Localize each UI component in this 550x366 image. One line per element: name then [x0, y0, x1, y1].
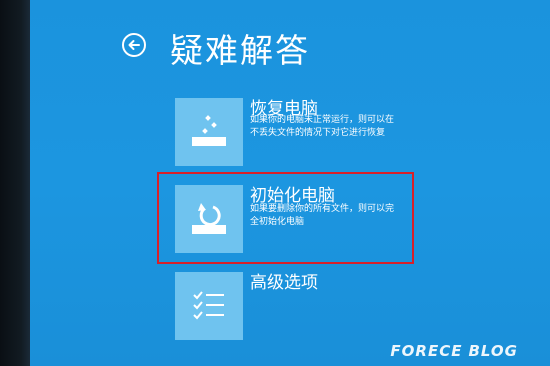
reset-pc-tile[interactable]	[175, 185, 243, 253]
description-line: 不丢失文件的情况下对它进行恢复	[250, 128, 386, 138]
back-button[interactable]	[122, 33, 146, 57]
monitor-bezel	[0, 0, 30, 366]
troubleshoot-screen: 疑难解答 恢复电脑 如果你的电脑未正常运行，则可以在 不丢失文件的情况下对它进行…	[30, 0, 550, 366]
description-line: 如果要删除你的所有文件，则可以完	[250, 204, 395, 214]
description-line: 全初始化电脑	[250, 217, 305, 227]
drive-sparkle-icon	[192, 115, 226, 146]
page-title: 疑难解答	[170, 31, 310, 70]
recover-pc-description: 如果你的电脑未正常运行，则可以在 不丢失文件的情况下对它进行恢复	[250, 114, 394, 140]
watermark-part1: FORECE	[390, 342, 463, 360]
checklist-icon	[193, 291, 224, 320]
description-line: 如果你的电脑未正常运行，则可以在	[250, 115, 395, 125]
reset-pc-description: 如果要删除你的所有文件，则可以完 全初始化电脑	[250, 203, 394, 229]
advanced-options-tile[interactable]	[175, 272, 243, 340]
back-arrow-icon	[128, 40, 140, 50]
watermark-part2: BLOG	[468, 342, 518, 360]
drive-refresh-icon	[192, 203, 226, 234]
watermark: FORECE BLOG	[390, 342, 518, 360]
recover-pc-tile[interactable]	[175, 98, 243, 166]
advanced-options-title[interactable]: 高级选项	[250, 268, 318, 293]
